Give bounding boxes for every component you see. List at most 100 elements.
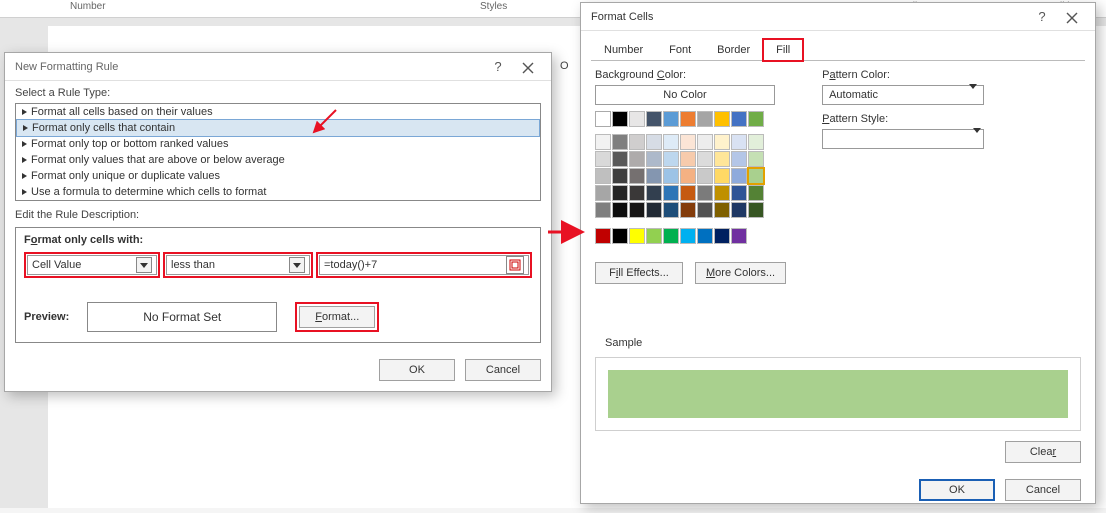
pattern-style-dropdown[interactable] xyxy=(822,129,984,149)
range-picker-icon[interactable] xyxy=(506,256,524,274)
more-colors-button[interactable]: More Colors... xyxy=(695,262,786,284)
color-swatch[interactable] xyxy=(697,134,713,150)
pattern-color-dropdown[interactable]: Automatic xyxy=(822,85,984,105)
color-swatch[interactable] xyxy=(629,111,645,127)
color-swatch[interactable] xyxy=(697,202,713,218)
no-color-button[interactable]: No Color xyxy=(595,85,775,105)
color-swatch[interactable] xyxy=(663,151,679,167)
color-swatch[interactable] xyxy=(680,202,696,218)
color-swatch[interactable] xyxy=(612,111,628,127)
color-swatch[interactable] xyxy=(714,202,730,218)
color-swatch[interactable] xyxy=(697,185,713,201)
color-swatch[interactable] xyxy=(714,134,730,150)
color-swatch[interactable] xyxy=(629,134,645,150)
close-icon[interactable] xyxy=(511,59,545,74)
color-swatch[interactable] xyxy=(663,202,679,218)
color-swatch[interactable] xyxy=(680,111,696,127)
color-swatch[interactable] xyxy=(748,202,764,218)
color-swatch[interactable] xyxy=(731,202,747,218)
rule-type-item[interactable]: Format only unique or duplicate values xyxy=(16,168,540,184)
ok-button[interactable]: OK xyxy=(919,479,995,501)
color-swatch[interactable] xyxy=(663,134,679,150)
dialog-titlebar[interactable]: Format Cells ? xyxy=(581,3,1095,31)
color-swatch[interactable] xyxy=(731,111,747,127)
format-button[interactable]: Format... xyxy=(299,306,375,328)
color-swatch[interactable] xyxy=(697,168,713,184)
rule-type-item[interactable]: Use a formula to determine which cells t… xyxy=(16,184,540,200)
cancel-button[interactable]: Cancel xyxy=(1005,479,1081,501)
rule-type-list[interactable]: Format all cells based on their valuesFo… xyxy=(15,103,541,201)
rule-type-item[interactable]: Format only cells that contain xyxy=(16,119,540,137)
color-swatch[interactable] xyxy=(731,151,747,167)
color-swatch[interactable] xyxy=(748,168,764,184)
fill-effects-button[interactable]: Fill Effects... xyxy=(595,262,683,284)
clear-button[interactable]: Clear xyxy=(1005,441,1081,463)
color-swatch[interactable] xyxy=(731,228,747,244)
tab-fill[interactable]: Fill xyxy=(763,39,803,61)
rule-type-item[interactable]: Format only values that are above or bel… xyxy=(16,152,540,168)
color-swatch[interactable] xyxy=(680,185,696,201)
color-swatch[interactable] xyxy=(646,134,662,150)
color-swatch[interactable] xyxy=(680,151,696,167)
color-swatch[interactable] xyxy=(646,168,662,184)
formula-input[interactable]: =today()+7 xyxy=(319,255,529,275)
color-swatch[interactable] xyxy=(612,134,628,150)
color-swatch[interactable] xyxy=(680,168,696,184)
rule-type-item[interactable]: Format only top or bottom ranked values xyxy=(16,136,540,152)
color-swatch[interactable] xyxy=(680,228,696,244)
color-swatch[interactable] xyxy=(697,228,713,244)
color-swatch[interactable] xyxy=(748,185,764,201)
color-swatch[interactable] xyxy=(629,185,645,201)
color-swatch[interactable] xyxy=(714,151,730,167)
color-swatch[interactable] xyxy=(748,134,764,150)
color-swatch[interactable] xyxy=(714,168,730,184)
color-swatch[interactable] xyxy=(612,228,628,244)
color-swatch[interactable] xyxy=(663,185,679,201)
color-swatch[interactable] xyxy=(612,202,628,218)
color-swatch[interactable] xyxy=(663,111,679,127)
color-swatch[interactable] xyxy=(612,151,628,167)
cell-value-dropdown[interactable]: Cell Value xyxy=(27,255,157,275)
ok-button[interactable]: OK xyxy=(379,359,455,381)
color-swatch[interactable] xyxy=(731,185,747,201)
color-swatch[interactable] xyxy=(663,168,679,184)
close-icon[interactable] xyxy=(1055,9,1089,24)
cancel-button[interactable]: Cancel xyxy=(465,359,541,381)
color-swatch[interactable] xyxy=(595,202,611,218)
color-swatch[interactable] xyxy=(595,228,611,244)
tab-number[interactable]: Number xyxy=(591,39,656,61)
color-swatch[interactable] xyxy=(714,228,730,244)
color-swatch[interactable] xyxy=(663,228,679,244)
color-swatch[interactable] xyxy=(595,185,611,201)
color-swatch[interactable] xyxy=(629,168,645,184)
color-swatch[interactable] xyxy=(714,185,730,201)
color-swatch[interactable] xyxy=(731,168,747,184)
help-icon[interactable]: ? xyxy=(485,59,511,74)
chevron-down-icon[interactable] xyxy=(969,89,977,101)
color-swatch[interactable] xyxy=(646,185,662,201)
help-icon[interactable]: ? xyxy=(1029,9,1055,24)
operator-dropdown[interactable]: less than xyxy=(166,255,310,275)
color-swatch[interactable] xyxy=(748,151,764,167)
rule-type-item[interactable]: Format all cells based on their values xyxy=(16,104,540,120)
color-swatch[interactable] xyxy=(714,111,730,127)
color-swatch[interactable] xyxy=(697,151,713,167)
color-swatch[interactable] xyxy=(595,168,611,184)
color-swatch[interactable] xyxy=(646,202,662,218)
color-swatch[interactable] xyxy=(629,151,645,167)
color-swatch[interactable] xyxy=(680,134,696,150)
color-swatch[interactable] xyxy=(748,111,764,127)
dialog-titlebar[interactable]: New Formatting Rule ? xyxy=(5,53,551,81)
tab-border[interactable]: Border xyxy=(704,39,763,61)
color-swatch[interactable] xyxy=(646,228,662,244)
color-swatch[interactable] xyxy=(731,134,747,150)
color-swatch[interactable] xyxy=(629,202,645,218)
color-swatch[interactable] xyxy=(612,168,628,184)
color-swatch[interactable] xyxy=(612,185,628,201)
chevron-down-icon[interactable] xyxy=(973,133,981,145)
tab-font[interactable]: Font xyxy=(656,39,704,61)
chevron-down-icon[interactable] xyxy=(289,257,305,273)
color-swatch[interactable] xyxy=(646,111,662,127)
color-swatch[interactable] xyxy=(595,111,611,127)
color-swatch[interactable] xyxy=(629,228,645,244)
